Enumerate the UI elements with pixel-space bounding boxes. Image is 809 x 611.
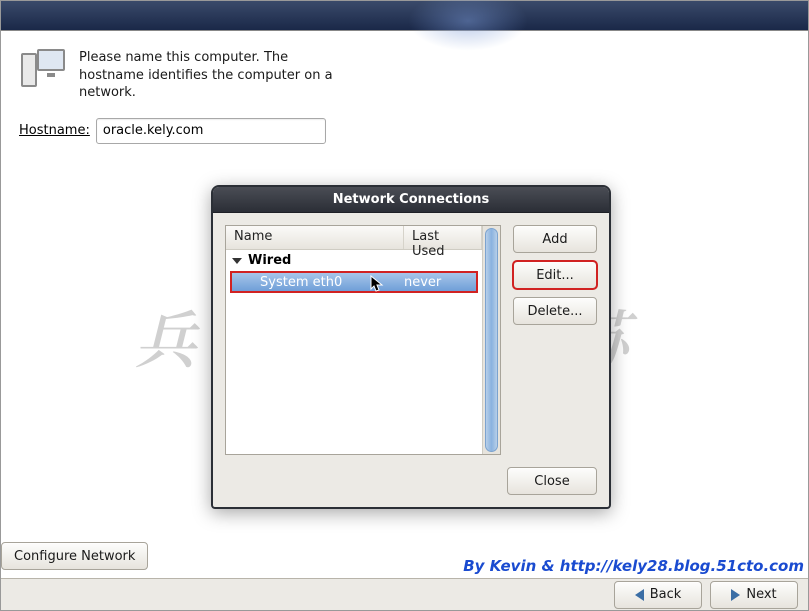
col-name[interactable]: Name	[226, 226, 404, 249]
back-button[interactable]: Back	[614, 581, 702, 609]
intro-text: Please name this computer. The hostname …	[79, 49, 339, 102]
installer-page: Please name this computer. The hostname …	[1, 31, 808, 578]
connection-row[interactable]: System eth0 never	[230, 271, 478, 293]
expand-triangle-icon[interactable]	[232, 258, 242, 264]
delete-button[interactable]: Delete...	[513, 297, 597, 325]
computer-icon	[19, 49, 65, 89]
next-button[interactable]: Next	[710, 581, 798, 609]
back-label: Back	[650, 587, 682, 602]
network-connections-dialog: Network Connections Name Last Used Wired…	[211, 185, 611, 509]
configure-network-button[interactable]: Configure Network	[1, 542, 148, 570]
edit-button[interactable]: Edit...	[513, 261, 597, 289]
scrollbar-thumb[interactable]	[485, 228, 498, 452]
next-label: Next	[746, 587, 776, 602]
scrollbar[interactable]	[482, 226, 500, 454]
connections-list[interactable]: Name Last Used Wired System eth0 never	[225, 225, 501, 455]
add-button[interactable]: Add	[513, 225, 597, 253]
hostname-input[interactable]	[96, 118, 326, 144]
group-label: Wired	[248, 253, 291, 268]
row-last-used: never	[398, 275, 476, 290]
row-name: System eth0	[232, 275, 398, 290]
close-button[interactable]: Close	[507, 467, 597, 495]
list-header: Name Last Used	[226, 226, 482, 250]
arrow-left-icon	[635, 589, 644, 601]
col-last-used[interactable]: Last Used	[404, 226, 482, 249]
dialog-title: Network Connections	[213, 187, 609, 213]
hostname-label: Hostname:	[19, 123, 90, 138]
arrow-right-icon	[731, 589, 740, 601]
installer-top-bar	[1, 1, 808, 31]
nav-bar: Back Next	[1, 578, 808, 610]
